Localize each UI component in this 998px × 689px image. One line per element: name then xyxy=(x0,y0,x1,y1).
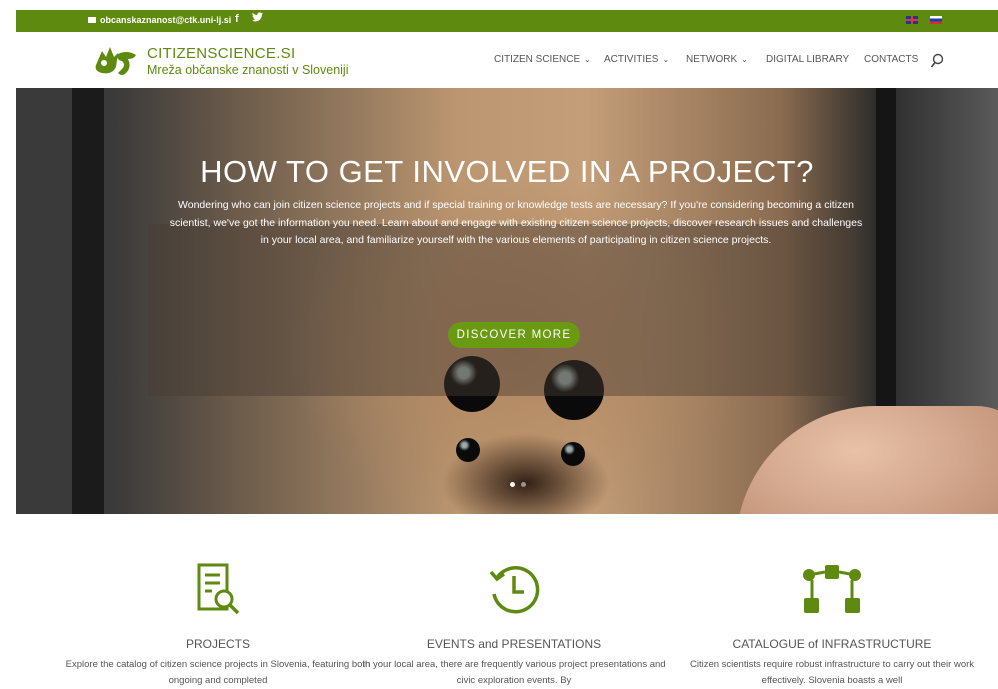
chevron-down-icon: ⌄ xyxy=(741,55,748,64)
email-text: obcanskaznanost@ctk.uni-lj.si xyxy=(100,15,232,25)
site-subtitle: Mreža občanske znanosti v Sloveniji xyxy=(147,63,349,77)
feature-title: PROJECTS xyxy=(185,637,250,651)
chevron-down-icon: ⌄ xyxy=(662,55,670,64)
nav-digital-library[interactable]: DIGITAL LIBRARY xyxy=(766,54,849,65)
nav-label: DIGITAL LIBRARY xyxy=(766,54,850,65)
hero-slider xyxy=(16,88,998,514)
nav-label: CITIZEN SCIENCE xyxy=(494,54,581,65)
site-header: CITIZENSCIENCE.SI Mreža občanske znanost… xyxy=(16,32,998,88)
hero-finger-image xyxy=(736,406,998,514)
feature-text: Explore the catalog of citizen science p… xyxy=(65,659,371,686)
discover-more-button[interactable]: DISCOVER MORE xyxy=(448,322,580,348)
facebook-icon[interactable]: f xyxy=(235,13,239,25)
email-link[interactable]: obcanskaznanost@ctk.uni-lj.si xyxy=(88,15,231,25)
nav-activities[interactable]: ACTIVITIES ⌄ xyxy=(604,54,669,65)
logo-icon[interactable] xyxy=(92,43,140,79)
twitter-icon[interactable] xyxy=(252,12,263,25)
nav-citizen-science[interactable]: CITIZEN SCIENCE ⌄ xyxy=(494,54,591,65)
search-icon[interactable] xyxy=(930,53,944,69)
feature-infrastructure[interactable]: CATALOGUE of INFRASTRUCTURE Citizen scie… xyxy=(672,562,992,686)
slider-dots[interactable] xyxy=(510,482,526,487)
history-clock-icon xyxy=(489,566,540,614)
feature-title: EVENTS and PRESENTATIONS xyxy=(426,637,602,651)
nav-network[interactable]: NETWORK ⌄ xyxy=(686,54,748,65)
hero-description: Wondering who can join citizen science p… xyxy=(169,199,863,246)
hero-phone-edge-left xyxy=(72,88,104,514)
slider-dot[interactable] xyxy=(521,482,526,487)
chevron-down-icon: ⌄ xyxy=(584,55,591,64)
document-search-icon xyxy=(197,563,240,615)
slovenian-flag-icon[interactable] xyxy=(930,16,942,24)
feature-title: CATALOGUE of INFRASTRUCTURE xyxy=(732,637,932,651)
feature-projects[interactable]: PROJECTS Explore the catalog of citizen … xyxy=(58,562,378,686)
envelope-icon xyxy=(88,17,96,23)
site-name[interactable]: CITIZENSCIENCE.SI xyxy=(147,45,295,62)
spider-eye xyxy=(456,438,480,462)
nav-label: CONTACTS xyxy=(864,54,919,65)
hero-title: HOW TO GET INVOLVED IN A PROJECT? xyxy=(200,154,814,189)
english-flag-icon[interactable] xyxy=(906,16,918,24)
feature-text: Citizen scientists require robust infras… xyxy=(689,659,975,686)
network-nodes-icon xyxy=(803,565,861,613)
slider-dot[interactable] xyxy=(510,482,515,487)
feature-text: In your local area, there are frequently… xyxy=(362,659,666,686)
spider-eye xyxy=(561,442,585,466)
feature-events[interactable]: EVENTS and PRESENTATIONS In your local a… xyxy=(354,562,674,686)
hero-text-overlay xyxy=(148,224,848,396)
top-bar: obcanskaznanost@ctk.uni-lj.si f xyxy=(16,10,998,32)
nav-contacts[interactable]: CONTACTS xyxy=(864,54,918,65)
nav-label: NETWORK xyxy=(686,54,738,65)
nav-label: ACTIVITIES xyxy=(604,54,659,65)
